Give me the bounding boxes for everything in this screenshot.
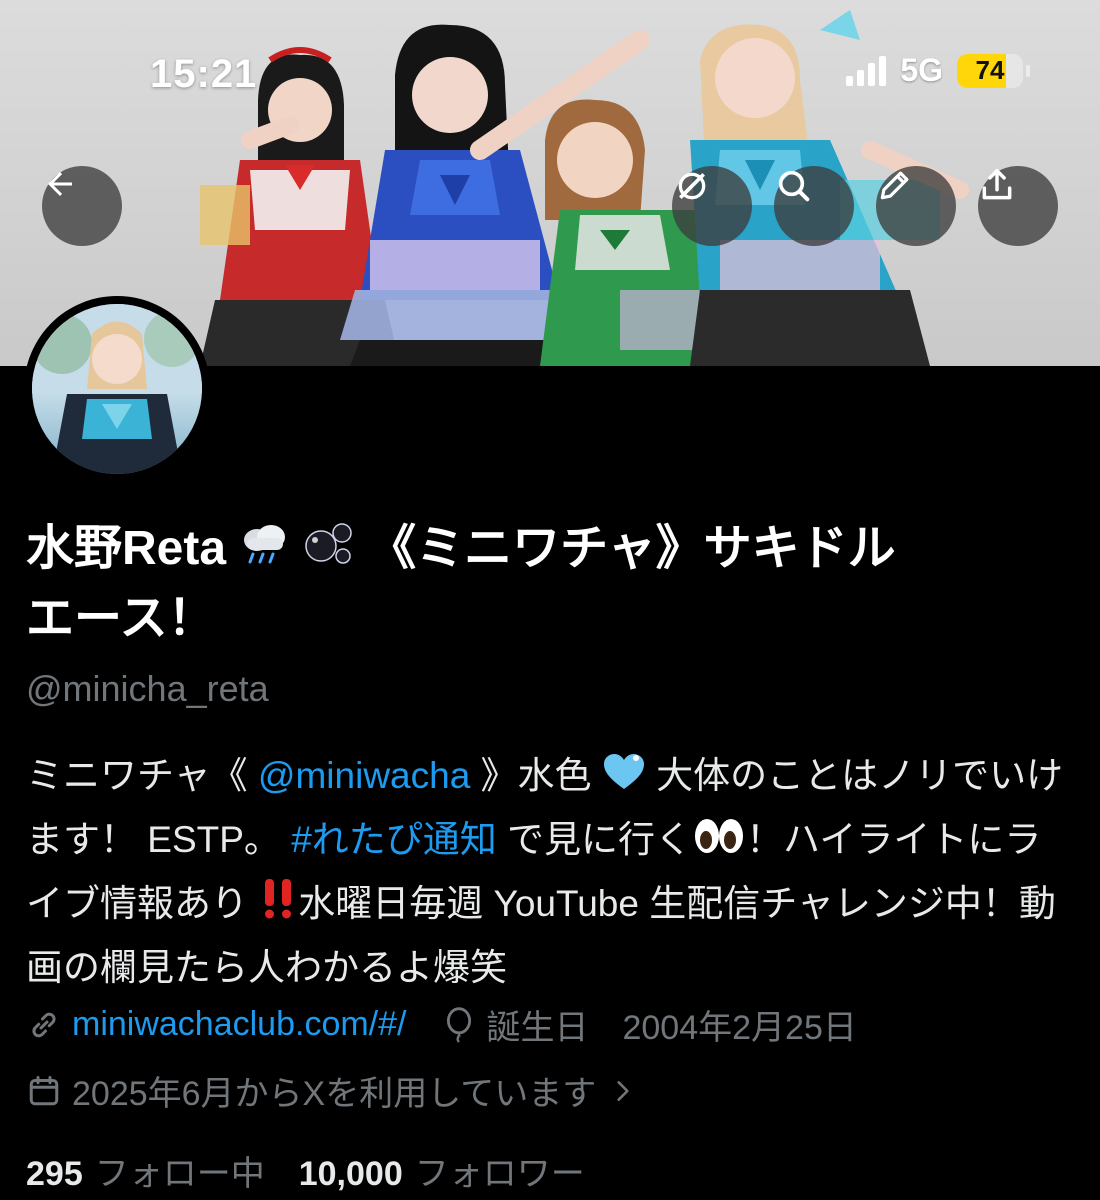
following-count[interactable]: 295: [26, 1155, 83, 1194]
profile-meta-row: miniwachaclub.com/#/ 誕生日 2004年2月25日: [26, 1000, 857, 1049]
hashtag-link[interactable]: #れたぴ通知: [291, 819, 497, 860]
share-button[interactable]: [978, 166, 1058, 246]
status-indicators: 5G 74: [846, 52, 1030, 89]
pencil-icon: [880, 171, 909, 200]
bio-text: ミニワチャ《: [26, 755, 258, 796]
display-name: 水野Reta 《ミニワチャ》サキドル エース！: [26, 516, 1066, 652]
back-button[interactable]: [42, 166, 122, 246]
search-icon: [778, 170, 810, 202]
joined-date-text: 2025年6月からXを利用しています: [72, 1075, 597, 1113]
bio-text: 》水色: [470, 755, 592, 796]
grok-icon: [678, 172, 706, 200]
battery-icon: 74: [957, 53, 1030, 88]
arrow-left-icon: [48, 172, 72, 196]
double-exclamation-emoji-icon: [258, 876, 298, 938]
network-type: 5G: [900, 52, 943, 88]
bubbles-emoji-icon: [303, 518, 355, 586]
followers-count[interactable]: 10,000: [299, 1155, 403, 1194]
display-name-text-3: エース！: [26, 592, 216, 645]
display-name-text: 水野Reta: [26, 522, 227, 575]
birthday-text: 誕生日 2004年2月25日: [486, 1009, 857, 1047]
user-handle: @minicha_reta: [26, 668, 269, 709]
avatar-image: [32, 304, 202, 474]
bio-text: で見に行く: [496, 819, 693, 860]
edit-button[interactable]: [876, 166, 956, 246]
status-time: 15:21: [150, 52, 258, 96]
following-label[interactable]: フォロー中: [95, 1146, 265, 1195]
chevron-right-icon: [610, 1076, 636, 1106]
link-icon: [26, 1007, 62, 1043]
light-blue-heart-emoji-icon: [602, 750, 646, 810]
eyes-emoji-icon: [692, 814, 746, 874]
follow-stats: 295 フォロー中 10,000 フォロワー: [26, 1146, 619, 1195]
bio: ミニワチャ《 @miniwacha 》水色 大体のことはノリでいけます！ EST…: [26, 746, 1076, 998]
display-name-text-2: 《ミニワチャ》サキドル: [368, 522, 896, 575]
search-button[interactable]: [774, 166, 854, 246]
avatar[interactable]: [24, 296, 210, 482]
mention-link[interactable]: @miniwacha: [258, 755, 470, 796]
balloon-icon: [442, 1006, 476, 1044]
battery-percentage: 74: [975, 55, 1005, 85]
website-link[interactable]: miniwachaclub.com/#/: [72, 1005, 406, 1044]
rain-cloud-emoji-icon: [239, 520, 289, 586]
joined-row[interactable]: 2025年6月からXを利用しています: [26, 1066, 646, 1115]
grok-button[interactable]: [672, 166, 752, 246]
cellular-signal-icon: [846, 55, 887, 86]
followers-label[interactable]: フォロワー: [415, 1146, 585, 1195]
calendar-icon: [26, 1073, 62, 1109]
share-icon: [982, 169, 1012, 200]
